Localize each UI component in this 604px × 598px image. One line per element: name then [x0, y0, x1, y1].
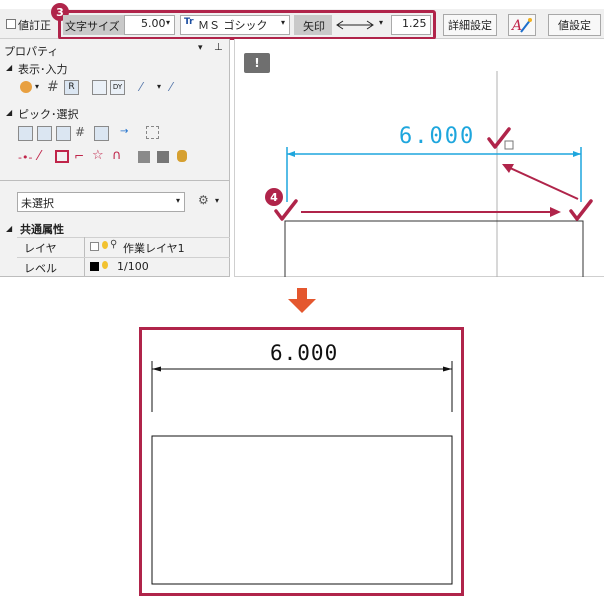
pin-icon[interactable]: ⊥ [214, 42, 223, 53]
chevron-down-icon[interactable]: ▾ [215, 196, 219, 205]
result-drawing [151, 361, 453, 585]
layer-color-swatch [90, 242, 99, 251]
level-color-swatch [90, 262, 99, 271]
fill-gray-icon[interactable] [138, 151, 150, 163]
value-setting-label: 値設定 [558, 19, 591, 32]
layer-label: レイヤ [24, 242, 57, 255]
common-attributes-heading: 共通属性 [20, 223, 64, 236]
double-arrow-icon [336, 20, 374, 30]
chevron-down-icon[interactable]: ▾ [157, 82, 161, 91]
value-setting-button[interactable]: 値設定 [548, 14, 601, 36]
selection-value: 未選択 [21, 197, 54, 210]
panel-divider [0, 180, 230, 181]
text-style-icon-button[interactable]: A [508, 14, 536, 36]
text-style-icon: A [511, 18, 532, 34]
pointer-arrow-line [507, 166, 579, 200]
chevron-down-icon[interactable]: ▾ [379, 18, 383, 27]
chevron-down-icon[interactable]: ▾ [176, 196, 180, 205]
canvas-drawing [274, 71, 593, 277]
value-correction-checkbox[interactable] [6, 19, 16, 29]
arrow-scale-value: 1.25 [402, 17, 427, 30]
pick-grid-icon[interactable]: # [75, 125, 85, 139]
result-rectangle [151, 435, 453, 585]
snap-diagonal-icon[interactable]: ⁄ [38, 149, 40, 164]
step-4-badge: 4 [265, 188, 283, 206]
detail-settings-button[interactable]: 詳細設定 [443, 14, 497, 36]
text-size-value: 5.00 [141, 17, 166, 30]
fill-dark-icon[interactable] [157, 151, 169, 163]
chevron-down-icon[interactable]: ▾ [166, 18, 170, 27]
search-icon: ⚲ [110, 239, 118, 250]
snap-corner-icon[interactable]: ⌐ [74, 149, 84, 163]
cursor-handle [504, 140, 514, 150]
dy-icon[interactable]: DY [110, 80, 125, 95]
pick-line-icon[interactable] [37, 126, 52, 141]
snap-rectangle-icon[interactable] [55, 150, 69, 163]
drawn-rectangle [284, 220, 584, 277]
panel-menu-icon[interactable]: ▾ [198, 43, 203, 53]
ruler-toggle-icon[interactable]: R [64, 80, 79, 95]
collapse-icon[interactable]: ◢ [6, 63, 12, 72]
arrow-label: 矢印 [303, 20, 325, 33]
section-display-input: 表示･入力 [18, 63, 68, 76]
snap-curve-icon[interactable]: ∩ [112, 148, 122, 163]
down-arrow-icon [288, 288, 316, 313]
collapse-icon[interactable]: ◢ [6, 108, 12, 117]
result-arrow-left [152, 366, 161, 372]
value-correction-label: 値訂正 [18, 19, 51, 32]
pick-point-icon[interactable] [18, 126, 33, 141]
collapse-icon[interactable]: ◢ [6, 224, 12, 233]
chevron-down-icon[interactable]: ▾ [35, 82, 39, 91]
detail-settings-label: 詳細設定 [448, 19, 492, 32]
layer-value: 作業レイヤ1 [123, 242, 185, 255]
snap-icon[interactable] [92, 80, 107, 95]
text-size-label: 文字サイズ [65, 20, 120, 33]
lightbulb-icon [102, 261, 108, 269]
level-label: レベル [24, 262, 57, 275]
chevron-down-icon[interactable]: ▾ [281, 18, 285, 27]
dimension-arrow-left [287, 151, 295, 157]
eyedropper-icon[interactable]: ⁄ [170, 80, 172, 94]
magic-wand-icon[interactable]: ⁄ [140, 80, 142, 94]
pick-arrow-icon[interactable]: → [120, 126, 128, 137]
snap-line-icon[interactable]: -•- [18, 151, 32, 164]
check-mark-icon [569, 199, 593, 221]
pick-edge-icon[interactable] [56, 126, 71, 141]
dimension-arrow-right [573, 151, 581, 157]
filter-settings-icon[interactable]: ⚙ [198, 193, 209, 207]
move-arrow-head [550, 207, 561, 217]
palette-icon[interactable] [20, 81, 32, 93]
pick-range-icon[interactable] [146, 126, 159, 139]
snap-polygon-icon[interactable]: ☆ [92, 148, 104, 163]
canvas-dimension-value: 6.000 [399, 124, 476, 149]
lightbulb-icon [102, 241, 108, 249]
grid-icon[interactable]: # [47, 79, 59, 95]
result-dimension-value: 6.000 [270, 341, 339, 365]
section-pick-select: ピック･選択 [18, 108, 79, 121]
panel-title: プロパティ [4, 45, 59, 58]
result-arrow-right [443, 366, 452, 372]
pick-area-icon[interactable] [94, 126, 109, 141]
svg-text:A: A [511, 18, 522, 34]
font-value: ＭＳ ゴシック [198, 19, 268, 32]
font-type-icon: Tr [184, 17, 194, 27]
level-value: 1/100 [117, 260, 149, 273]
bag-icon[interactable] [177, 150, 187, 162]
